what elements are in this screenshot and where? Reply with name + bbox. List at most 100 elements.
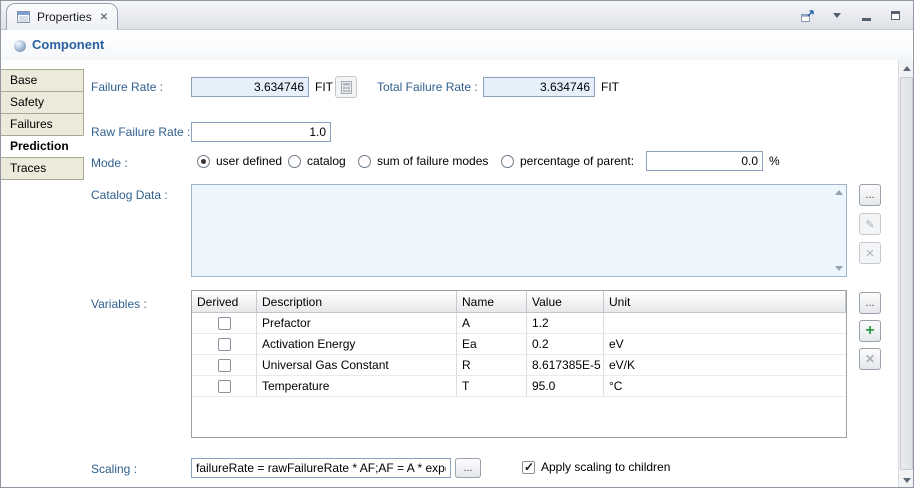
- radio-icon: [288, 155, 301, 168]
- apply-scaling-checkbox[interactable]: Apply scaling to children: [522, 460, 670, 474]
- maximize-icon[interactable]: [886, 7, 904, 25]
- view-tabbar: Properties ✕: [1, 1, 913, 30]
- cell-value[interactable]: 1.2: [527, 313, 604, 333]
- scroll-down-button[interactable]: [899, 472, 914, 488]
- properties-icon: [16, 10, 31, 24]
- scrollbar-thumb[interactable]: [900, 77, 913, 470]
- catalog-data-label: Catalog Data :: [91, 187, 168, 203]
- properties-view: Properties ✕ Component Base Safety Failu…: [0, 0, 914, 488]
- catalog-scroll-down-icon[interactable]: [835, 266, 843, 271]
- add-variable-button[interactable]: +: [859, 320, 881, 342]
- scroll-up-button[interactable]: [899, 60, 914, 76]
- total-failure-rate-unit: FIT: [601, 79, 619, 95]
- cell-name[interactable]: T: [457, 376, 527, 396]
- failure-rate-field[interactable]: [191, 77, 309, 97]
- sidebar-tab-failures[interactable]: Failures: [1, 113, 84, 136]
- table-row[interactable]: Prefactor A 1.2: [192, 313, 846, 334]
- total-failure-rate-field[interactable]: [483, 77, 595, 97]
- table-row[interactable]: Universal Gas Constant R 8.617385E-5 eV/…: [192, 355, 846, 376]
- cell-value[interactable]: 0.2: [527, 334, 604, 354]
- variables-browse-button[interactable]: ...: [859, 292, 881, 314]
- percentage-unit: %: [769, 153, 780, 169]
- mode-radio-sum-of-failure-modes[interactable]: sum of failure modes: [358, 153, 488, 169]
- variables-label: Variables :: [91, 296, 147, 312]
- cell-description[interactable]: Prefactor: [257, 313, 457, 333]
- scaling-formula-field[interactable]: [191, 458, 451, 478]
- derived-checkbox[interactable]: [218, 380, 231, 393]
- cell-unit[interactable]: eV: [604, 334, 846, 354]
- derived-checkbox[interactable]: [218, 317, 231, 330]
- mode-radio-percentage-label: percentage of parent:: [520, 154, 634, 168]
- mode-radio-catalog[interactable]: catalog: [288, 153, 346, 169]
- cell-name[interactable]: A: [457, 313, 527, 333]
- column-unit[interactable]: Unit: [604, 291, 846, 312]
- delete-icon: ✕: [865, 352, 875, 366]
- radio-icon: [358, 155, 371, 168]
- cell-value[interactable]: 8.617385E-5: [527, 355, 604, 375]
- cell-name[interactable]: Ea: [457, 334, 527, 354]
- minimize-icon[interactable]: [857, 7, 875, 25]
- column-value[interactable]: Value: [527, 291, 604, 312]
- apply-scaling-label: Apply scaling to children: [541, 460, 670, 474]
- raw-failure-rate-field[interactable]: [191, 122, 331, 142]
- catalog-data-field[interactable]: [191, 184, 847, 277]
- radio-selected-icon: [197, 155, 210, 168]
- pencil-icon: ✎: [865, 218, 874, 231]
- table-row[interactable]: Temperature T 95.0 °C: [192, 376, 846, 397]
- recalculate-button: [335, 76, 357, 98]
- scroll-up-icon: [903, 66, 911, 71]
- scaling-label: Scaling :: [91, 461, 137, 477]
- mode-label: Mode :: [91, 155, 128, 171]
- column-description[interactable]: Description: [257, 291, 457, 312]
- calculator-icon: [340, 81, 353, 94]
- sidebar-tab-safety[interactable]: Safety: [1, 91, 84, 114]
- cell-unit[interactable]: [604, 313, 846, 333]
- failure-rate-label: Failure Rate :: [91, 79, 163, 95]
- cell-unit[interactable]: °C: [604, 376, 846, 396]
- view-toolbar: [799, 1, 904, 30]
- delete-variable-button: ✕: [859, 348, 881, 370]
- sidebar-tab-base[interactable]: Base: [1, 69, 84, 92]
- cell-value[interactable]: 95.0: [527, 376, 604, 396]
- variables-table: Derived Description Name Value Unit Pref…: [191, 290, 847, 438]
- close-icon[interactable]: ✕: [100, 12, 108, 23]
- cell-name[interactable]: R: [457, 355, 527, 375]
- mode-radio-percentage-of-parent[interactable]: percentage of parent:: [501, 153, 634, 169]
- scroll-down-icon: [903, 478, 911, 483]
- column-name[interactable]: Name: [457, 291, 527, 312]
- table-row[interactable]: Activation Energy Ea 0.2 eV: [192, 334, 846, 355]
- total-failure-rate-label: Total Failure Rate :: [377, 79, 478, 95]
- catalog-edit-button: ✎: [859, 213, 881, 235]
- sidebar-tab-prediction[interactable]: Prediction: [1, 135, 84, 158]
- view-menu-icon[interactable]: [828, 7, 846, 25]
- tab-properties[interactable]: Properties ✕: [6, 3, 118, 30]
- link-with-editor-icon[interactable]: [799, 7, 817, 25]
- derived-checkbox[interactable]: [218, 338, 231, 351]
- variables-table-header: Derived Description Name Value Unit: [192, 291, 846, 313]
- mode-radio-catalog-label: catalog: [307, 154, 346, 168]
- mode-radio-sum-label: sum of failure modes: [377, 154, 488, 168]
- page-title: Component: [32, 37, 104, 52]
- plus-icon: +: [865, 322, 874, 340]
- column-derived[interactable]: Derived: [192, 291, 257, 312]
- catalog-browse-button[interactable]: ...: [859, 184, 881, 206]
- mode-radio-user-defined-label: user defined: [216, 154, 282, 168]
- cell-description[interactable]: Activation Energy: [257, 334, 457, 354]
- cell-unit[interactable]: eV/K: [604, 355, 846, 375]
- tab-properties-label: Properties: [37, 10, 92, 24]
- catalog-scroll-up-icon[interactable]: [835, 190, 843, 195]
- checkbox-checked-icon: [522, 461, 535, 474]
- scaling-browse-button[interactable]: ...: [455, 458, 481, 478]
- mode-radio-user-defined[interactable]: user defined: [197, 153, 282, 169]
- radio-icon: [501, 155, 514, 168]
- component-icon: [14, 40, 26, 52]
- vertical-scrollbar[interactable]: [898, 60, 914, 488]
- cell-description[interactable]: Temperature: [257, 376, 457, 396]
- derived-checkbox[interactable]: [218, 359, 231, 372]
- sidebar-tab-traces[interactable]: Traces: [1, 157, 84, 180]
- raw-failure-rate-label: Raw Failure Rate :: [91, 124, 190, 140]
- failure-rate-unit: FIT: [315, 79, 333, 95]
- cell-description[interactable]: Universal Gas Constant: [257, 355, 457, 375]
- clear-icon: ✕: [865, 247, 874, 260]
- percentage-of-parent-field[interactable]: [646, 151, 763, 171]
